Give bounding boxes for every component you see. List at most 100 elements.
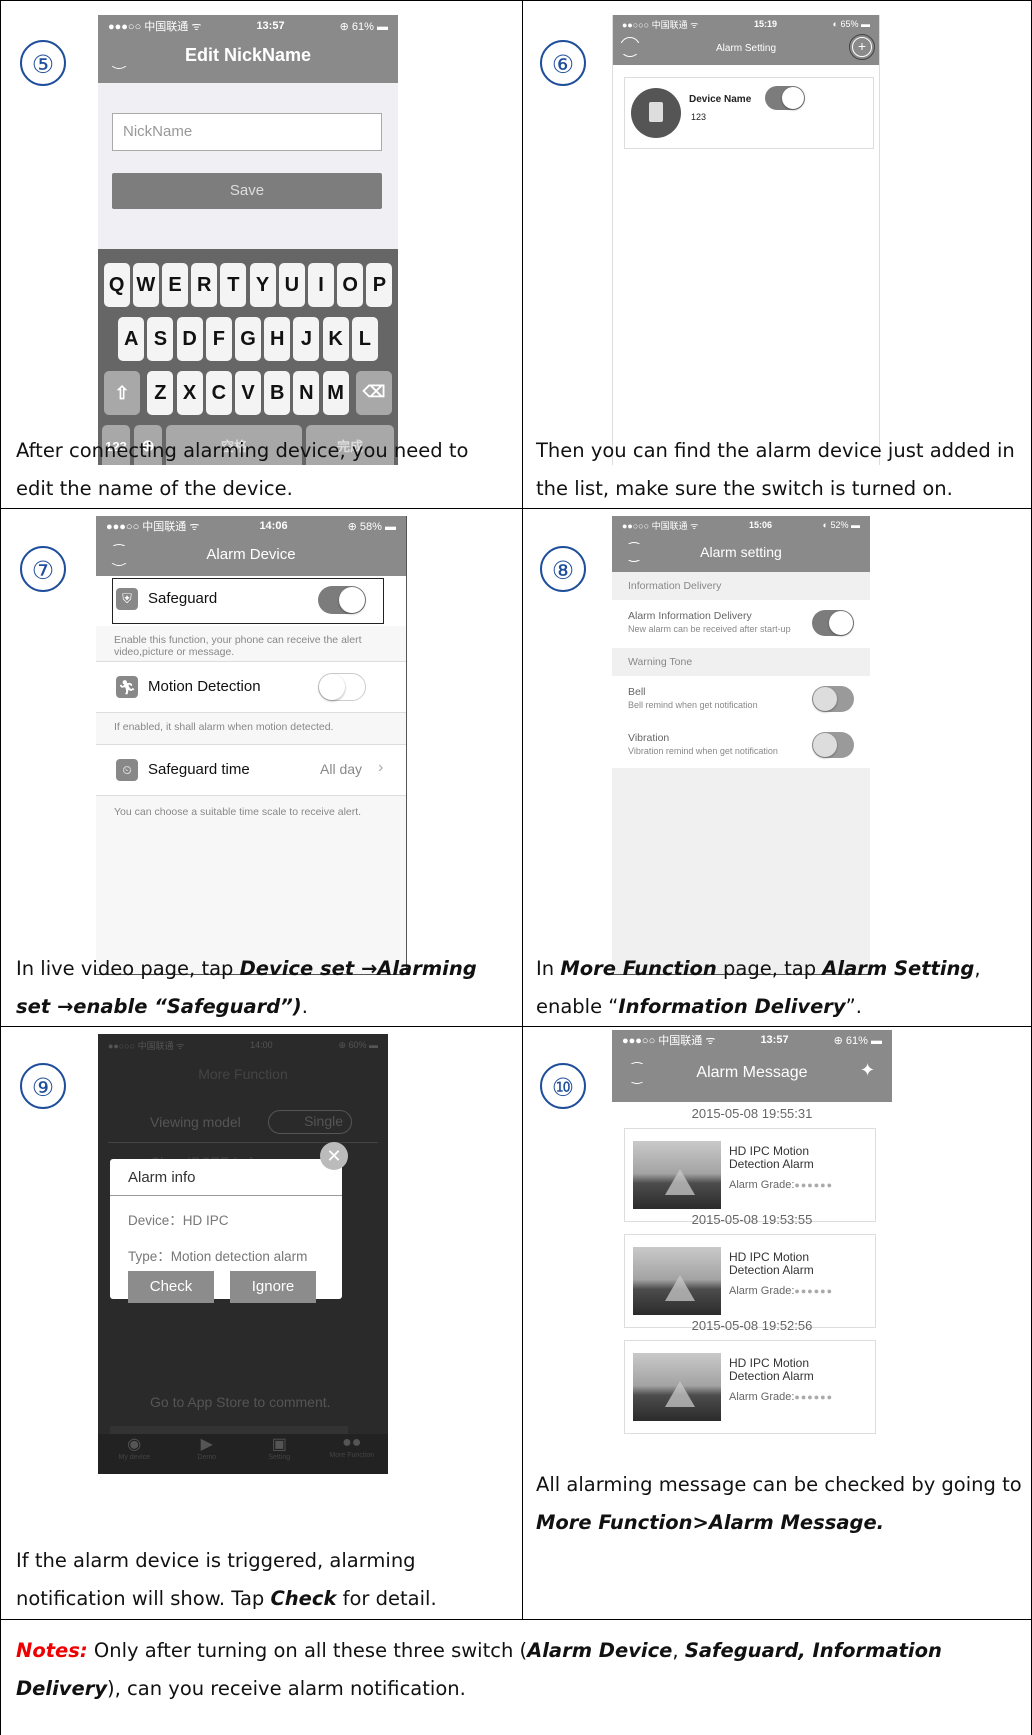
key-l[interactable]: L	[351, 317, 378, 361]
safeguard-time-row[interactable]: ⏲ Safeguard time All day ›	[96, 744, 406, 796]
status-bar: ●●●○○ 中国联通 ᯤ 13:57 ⊕ 61% ▬	[108, 20, 388, 33]
key-g[interactable]: G	[235, 317, 261, 361]
alarm-grade: Alarm Grade:●●●●●●	[729, 1285, 834, 1297]
key-c[interactable]: C	[205, 371, 232, 415]
notes: Notes: Only after turning on all these t…	[16, 1632, 1016, 1708]
key-f[interactable]: F	[205, 317, 232, 361]
key-t[interactable]: T	[220, 263, 247, 307]
key-q[interactable]: Q	[103, 263, 130, 307]
key-m[interactable]: M	[322, 371, 349, 415]
message-subtitle: Detection Alarm	[729, 1263, 814, 1277]
warning-icon	[665, 1169, 695, 1195]
status-bar: ●●○○○ 中国联通 ᯤ 14:00 ⊕ 60% ▬	[108, 1039, 378, 1051]
screenshot-alarm-setting: ●●○○○ 中国联通 ᯤ15:06◐ 52% ▬ ← Alarm setting…	[612, 516, 870, 975]
screenshot-alarm-message: ●●●○○ 中国联通 ᯤ13:57⊕ 61% ▬ ← Alarm Message…	[612, 1030, 892, 1456]
device-icon	[631, 88, 681, 138]
bell-switch[interactable]	[812, 686, 854, 712]
message-subtitle: Detection Alarm	[729, 1157, 814, 1171]
vibration-label: Vibration	[628, 732, 670, 744]
key-o[interactable]: O	[337, 263, 364, 307]
check-button[interactable]: Check	[128, 1271, 214, 1303]
key-h[interactable]: H	[264, 317, 291, 361]
tab-my-device[interactable]: ◉ My device	[98, 1434, 171, 1474]
info-delivery-switch[interactable]	[812, 610, 854, 636]
grade-dots-icon: ●●●●●●	[794, 1286, 834, 1296]
key-e[interactable]: E	[162, 263, 188, 307]
message-subtitle: Detection Alarm	[729, 1369, 814, 1383]
nav-title: Edit NickName	[98, 45, 398, 66]
alarm-grade: Alarm Grade:●●●●●●	[729, 1391, 834, 1403]
alarm-message-card[interactable]: HD IPC Motion Detection Alarm Alarm Grade:…	[624, 1128, 876, 1222]
nickname-input[interactable]: NickName	[112, 113, 382, 151]
warning-icon	[665, 1275, 695, 1301]
delete-key[interactable]: ⌫	[356, 371, 392, 415]
tab-demo[interactable]: ▶ Demo	[171, 1434, 244, 1474]
key-b[interactable]: B	[264, 371, 291, 415]
key-n[interactable]: N	[293, 371, 320, 415]
message-time: 2015-05-08 19:52:56	[691, 1318, 813, 1333]
device-card[interactable]: Device Name 123	[624, 77, 874, 149]
step-number: ⑦	[20, 546, 66, 592]
key-j[interactable]: J	[293, 317, 320, 361]
key-k[interactable]: K	[322, 317, 349, 361]
key-v[interactable]: V	[235, 371, 261, 415]
viewing-model-label: Viewing model	[150, 1114, 241, 1130]
section-warning-tone: Warning Tone	[628, 656, 693, 668]
clear-icon[interactable]: ✦	[860, 1060, 875, 1081]
bell-label: Bell	[628, 686, 646, 698]
safeguard-time-label: Safeguard time	[148, 761, 250, 778]
notes-text: Only after turning on all these three sw…	[16, 1639, 942, 1700]
run-icon: 🏃︎	[116, 676, 138, 698]
key-x[interactable]: X	[176, 371, 203, 415]
key-d[interactable]: D	[176, 317, 203, 361]
info-delivery-row: Alarm Information Delivery New alarm can…	[612, 600, 870, 648]
motion-switch[interactable]	[318, 673, 366, 701]
alarm-message-card[interactable]: HD IPC Motion Detection Alarm Alarm Grade:…	[624, 1234, 876, 1328]
key-s[interactable]: S	[147, 317, 174, 361]
key-w[interactable]: W	[132, 263, 159, 307]
grade-dots-icon: ●●●●●●	[794, 1180, 834, 1190]
table-border-left	[0, 0, 1, 1735]
save-button[interactable]: Save	[112, 173, 382, 209]
message-time: 2015-05-08 19:55:31	[691, 1106, 813, 1121]
chevron-right-icon: ›	[378, 759, 384, 776]
bell-sub: Bell remind when get notification	[628, 700, 758, 710]
key-a[interactable]: A	[118, 317, 145, 361]
device-alarm-switch[interactable]	[765, 86, 805, 110]
shift-key[interactable]: ⇧	[104, 371, 140, 415]
nav-title: Alarm Setting	[612, 43, 880, 54]
key-z[interactable]: Z	[147, 371, 174, 415]
device-name: Device Name	[689, 94, 752, 105]
status-bar: ●●○○○ 中国联通 ᯤ 15:19 ◐ 65% ▬	[622, 19, 870, 30]
step-number: ⑤	[20, 40, 66, 86]
grade-dots-icon: ●●●●●●	[794, 1392, 834, 1402]
nav-title: More Function	[198, 1066, 288, 1082]
key-y[interactable]: Y	[249, 263, 276, 307]
vibration-switch[interactable]	[812, 732, 854, 758]
nav-title: Alarm setting	[612, 544, 870, 560]
motion-desc: If enabled, it shall alarm when motion d…	[114, 721, 334, 733]
ignore-button[interactable]: Ignore	[230, 1271, 316, 1303]
safeguard-desc: Enable this function, your phone can rec…	[114, 634, 362, 658]
safeguard-row: ⛨ Safeguard	[96, 576, 406, 626]
key-p[interactable]: P	[366, 263, 393, 307]
key-i[interactable]: I	[308, 263, 334, 307]
close-icon[interactable]: ✕	[320, 1142, 348, 1170]
snapshot-thumbnail	[633, 1247, 721, 1315]
step-number: ⑥	[540, 40, 586, 86]
key-u[interactable]: U	[278, 263, 305, 307]
tab-setting[interactable]: ▣ Setting	[243, 1434, 316, 1474]
step-caption: All alarming message can be checked by g…	[536, 1473, 1022, 1534]
step-number: ⑩	[540, 1063, 586, 1109]
table-border-mid	[522, 0, 523, 1619]
table-border-top	[0, 0, 1032, 1]
clock-icon: ⏲	[116, 759, 138, 781]
dialog-device: Device：HD IPC	[128, 1213, 229, 1228]
tab-more-function[interactable]: ●● More Function	[316, 1434, 389, 1474]
dialog-type: Type：Motion detection alarm	[128, 1249, 308, 1264]
info-delivery-label: Alarm Information Delivery	[628, 610, 752, 622]
alarm-message-card[interactable]: HD IPC Motion Detection Alarm Alarm Grade:…	[624, 1340, 876, 1434]
key-r[interactable]: R	[191, 263, 218, 307]
nav-title: Alarm Message	[612, 1064, 892, 1082]
add-icon[interactable]: +	[849, 34, 875, 60]
